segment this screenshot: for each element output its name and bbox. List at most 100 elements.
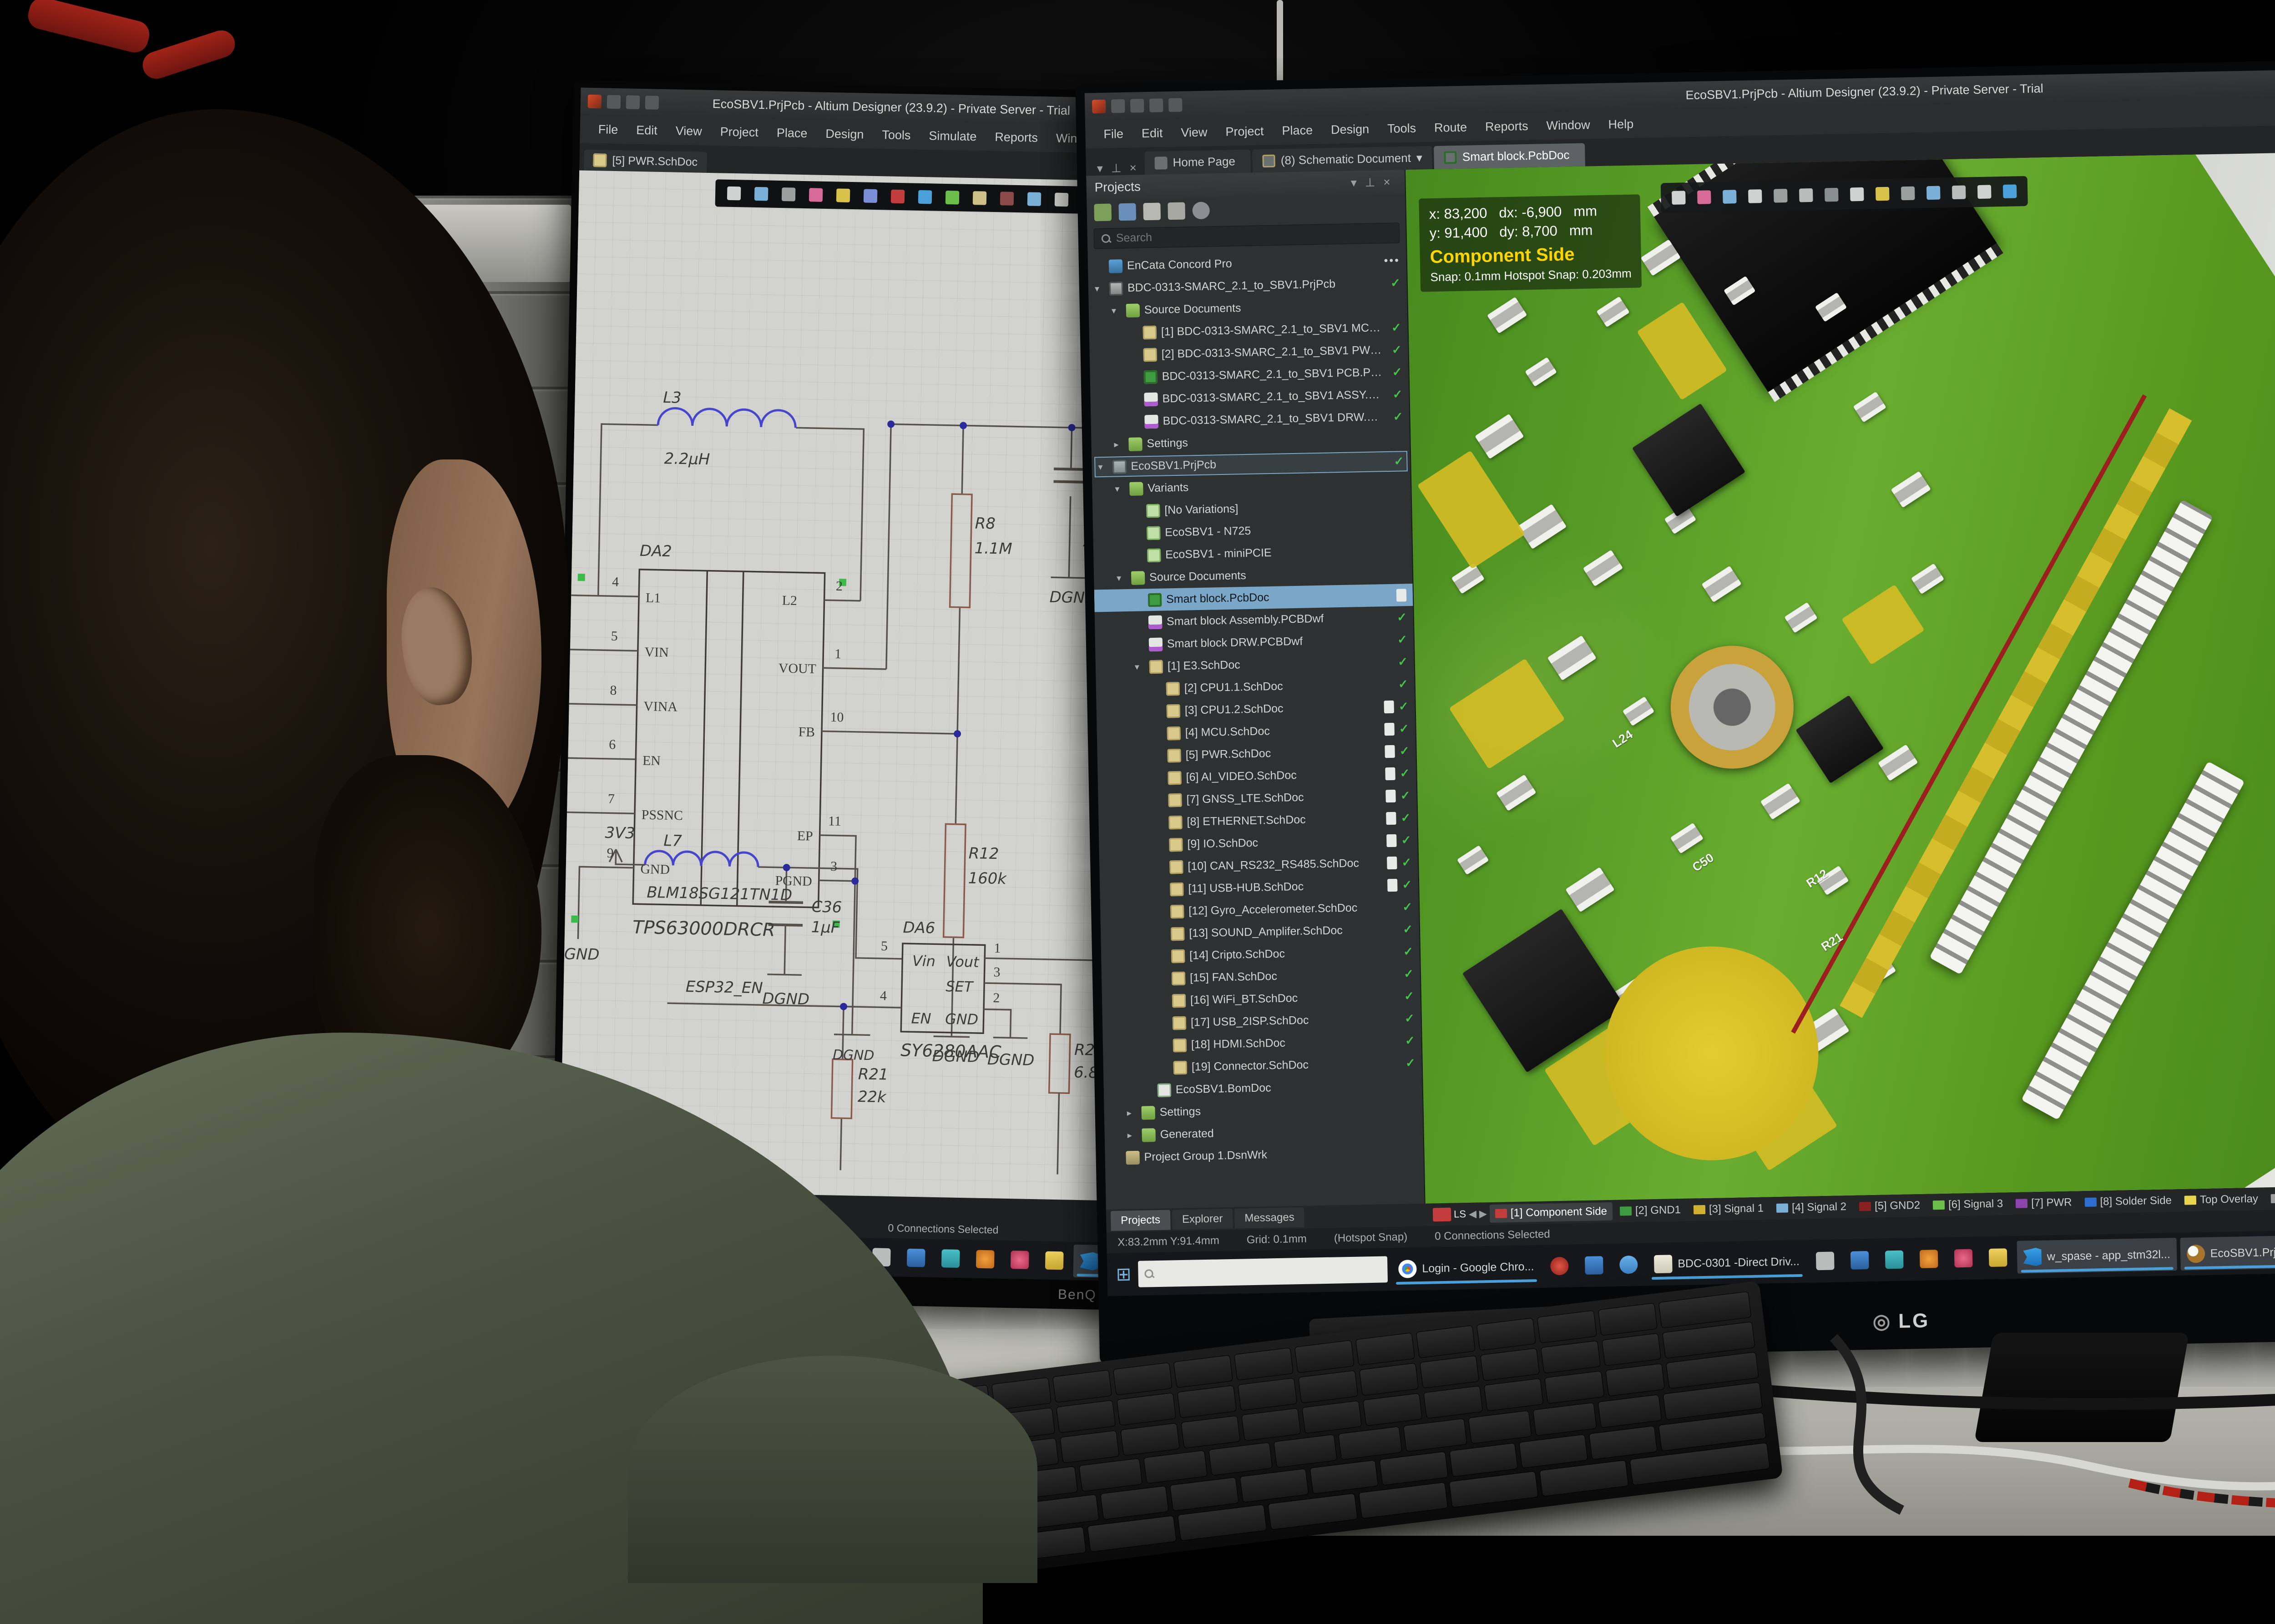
- status-icons: ✓: [1391, 320, 1401, 334]
- menu-item[interactable]: Tools: [873, 124, 920, 146]
- menu-item[interactable]: Simulate: [920, 125, 986, 147]
- expand-caret-icon[interactable]: ▸: [1127, 1107, 1137, 1119]
- expand-caret-icon[interactable]: ▾: [1115, 483, 1125, 494]
- refresh-icon[interactable]: [1118, 203, 1136, 221]
- layer-color-swatch: [2271, 1194, 2275, 1203]
- svg-text:5: 5: [611, 629, 618, 644]
- pin-icon[interactable]: ⊥: [1365, 175, 1375, 189]
- layer-tab[interactable]: [4] Signal 2: [1771, 1198, 1852, 1217]
- svg-text:GND: GND: [640, 862, 670, 877]
- menu-item[interactable]: Design: [1322, 118, 1379, 140]
- projects-search[interactable]: [1093, 222, 1400, 249]
- menu-item[interactable]: Edit: [1132, 122, 1172, 144]
- save-all-icon[interactable]: [1168, 202, 1185, 220]
- pcb-3d-viewport[interactable]: L24 C50 R12 R21 x: 83,200dx: -6,900mm y:…: [1405, 152, 2275, 1203]
- panel-caret-icon[interactable]: ▾: [1097, 161, 1103, 176]
- caret-down-icon[interactable]: ▾: [1350, 176, 1357, 190]
- menu-item[interactable]: Project: [711, 121, 768, 143]
- status-icons: ✓: [1405, 1056, 1416, 1070]
- redo-icon[interactable]: [1168, 98, 1183, 112]
- svg-text:6: 6: [609, 737, 616, 752]
- close-icon[interactable]: ×: [1383, 175, 1390, 189]
- document-type-icon: [1173, 1038, 1187, 1052]
- menu-item[interactable]: Design: [816, 123, 873, 145]
- projects-search-input[interactable]: [1115, 230, 1186, 245]
- expand-caret-icon[interactable]: ▾: [1098, 461, 1108, 473]
- open-project-icon[interactable]: [1143, 203, 1161, 221]
- menu-item[interactable]: Route: [1425, 116, 1476, 138]
- document-type-icon: [1112, 460, 1127, 474]
- panel-controls[interactable]: ▾ ⊥ ×: [1091, 161, 1143, 176]
- projects-header-controls[interactable]: ▾ ⊥ ×: [1344, 175, 1396, 190]
- open-icon[interactable]: [626, 95, 640, 109]
- menu-item[interactable]: View: [1172, 121, 1217, 143]
- menu-item[interactable]: Window: [1537, 114, 1599, 136]
- right-quick-icons[interactable]: [1092, 98, 1183, 114]
- scroll-right-icon[interactable]: ▶: [1479, 1208, 1487, 1220]
- right-monitor: EcoSBV1.PrjPcb - Altium Designer (23.9.2…: [1075, 52, 2275, 1364]
- expand-caret-icon[interactable]: ▸: [1114, 439, 1124, 450]
- layer-set-label: LS: [1454, 1208, 1466, 1221]
- menu-item[interactable]: Reports: [1476, 115, 1537, 137]
- menu-item[interactable]: Project: [1216, 120, 1273, 142]
- menu-item[interactable]: Tools: [1378, 117, 1426, 139]
- expand-caret-icon[interactable]: ▸: [1127, 1130, 1137, 1141]
- layer-tab[interactable]: [8] Solder Side: [2079, 1191, 2177, 1211]
- layer-tab[interactable]: [1] Component Side: [1490, 1202, 1613, 1223]
- svg-text:R8: R8: [975, 514, 996, 533]
- close-icon[interactable]: ×: [1129, 161, 1137, 175]
- document-type-icon: [1129, 482, 1143, 496]
- menu-item[interactable]: Help: [1599, 113, 1643, 135]
- menu-item[interactable]: File: [589, 118, 627, 140]
- expand-caret-icon[interactable]: ▾: [1117, 572, 1127, 584]
- left-quick-icons[interactable]: [588, 95, 659, 110]
- expand-caret-icon[interactable]: ▾: [1095, 283, 1105, 294]
- status-icons: •••: [1384, 254, 1400, 267]
- document-tab[interactable]: Home Page: [1144, 150, 1251, 175]
- projects-tree: EnCata Concord Pro ••• ▾ BDC-0313-SMARC_…: [1087, 247, 1424, 1210]
- svg-text:C36: C36: [811, 898, 842, 916]
- expand-caret-icon[interactable]: ▾: [1112, 305, 1122, 316]
- scroll-left-icon[interactable]: ◀: [1469, 1208, 1476, 1220]
- document-tab[interactable]: (8) Schematic Document▾: [1252, 146, 1432, 173]
- menu-item[interactable]: View: [666, 120, 711, 142]
- document-type-icon: [1149, 637, 1163, 651]
- document-type-icon: [1172, 994, 1186, 1008]
- save-icon[interactable]: [607, 95, 621, 109]
- layer-color-swatch: [1776, 1203, 1788, 1212]
- layer-tab[interactable]: Top Overlay: [2179, 1190, 2264, 1210]
- pin-icon[interactable]: ⊥: [1111, 161, 1122, 175]
- menu-item[interactable]: Place: [1273, 119, 1322, 141]
- projects-toolbar[interactable]: [1087, 193, 1405, 226]
- save-icon[interactable]: [1111, 99, 1125, 113]
- panel-tab[interactable]: Messages: [1234, 1207, 1304, 1229]
- undo-icon[interactable]: [645, 96, 659, 110]
- menu-item[interactable]: Place: [767, 122, 816, 144]
- menu-item[interactable]: Edit: [627, 119, 667, 141]
- expand-caret-icon[interactable]: ▾: [1135, 661, 1145, 672]
- layer-tab[interactable]: [2] GND1: [1614, 1201, 1687, 1221]
- schematic-canvas[interactable]: 4V2_LTE L3 2.2μH DA2 TPS63000DRCR R81.1M…: [560, 171, 1167, 1201]
- layer-tab[interactable]: [7] PWR: [2010, 1193, 2078, 1213]
- compile-icon[interactable]: [1094, 204, 1112, 222]
- panel-tab[interactable]: Explorer: [1172, 1209, 1233, 1230]
- left-doc-tab-pwr[interactable]: [5] PWR.SchDoc: [584, 150, 707, 173]
- svg-text:PGND: PGND: [775, 873, 812, 889]
- svg-text:8: 8: [610, 683, 617, 698]
- layer-tab[interactable]: [3] Signal 1: [1688, 1199, 1769, 1219]
- status-icons: ✓: [1385, 744, 1410, 758]
- settings-icon[interactable]: [1192, 202, 1210, 219]
- layer-tab[interactable]: [6] Signal 3: [1927, 1195, 2009, 1214]
- svg-text:VINA: VINA: [643, 699, 678, 714]
- status-icons: ✓: [1398, 655, 1408, 669]
- svg-text:EP: EP: [797, 828, 813, 844]
- layer-tab[interactable]: Bottom Overlay: [2265, 1188, 2275, 1208]
- layer-set-button[interactable]: [1433, 1208, 1451, 1222]
- menu-item[interactable]: Reports: [986, 126, 1047, 148]
- document-tab[interactable]: Smart block.PcbDoc: [1434, 143, 1585, 169]
- menu-item[interactable]: File: [1094, 123, 1132, 145]
- layer-tab[interactable]: [5] GND2: [1854, 1196, 1926, 1216]
- open-icon[interactable]: [1130, 99, 1144, 113]
- svg-text:TPS63000DRCR: TPS63000DRCR: [632, 917, 775, 941]
- undo-icon[interactable]: [1149, 98, 1163, 112]
